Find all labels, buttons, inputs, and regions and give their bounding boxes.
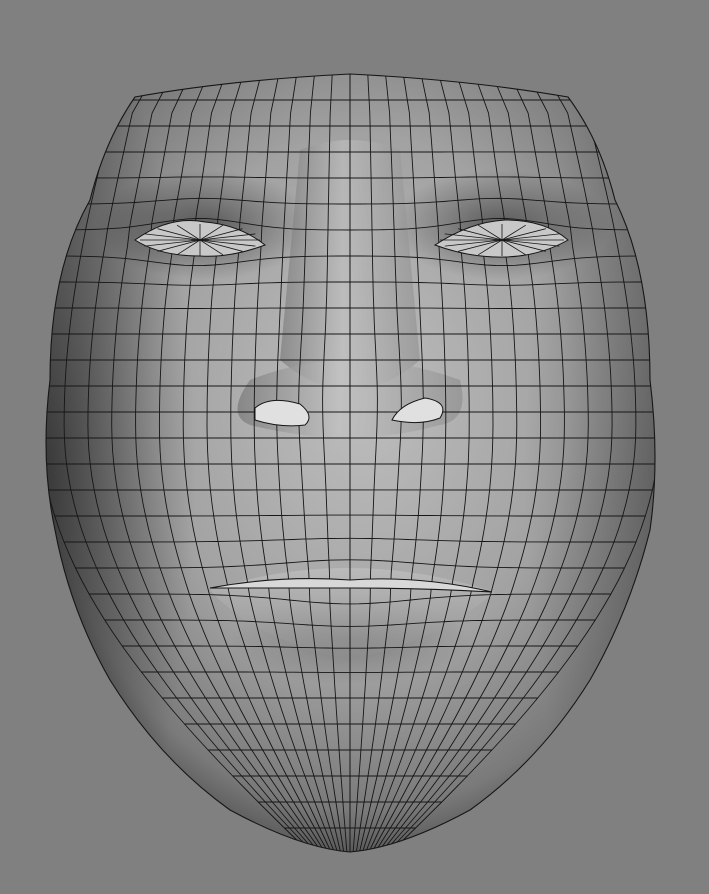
3d-viewport[interactable]	[0, 0, 709, 894]
face-surface	[45, 73, 656, 853]
face-mesh-render	[45, 73, 656, 853]
